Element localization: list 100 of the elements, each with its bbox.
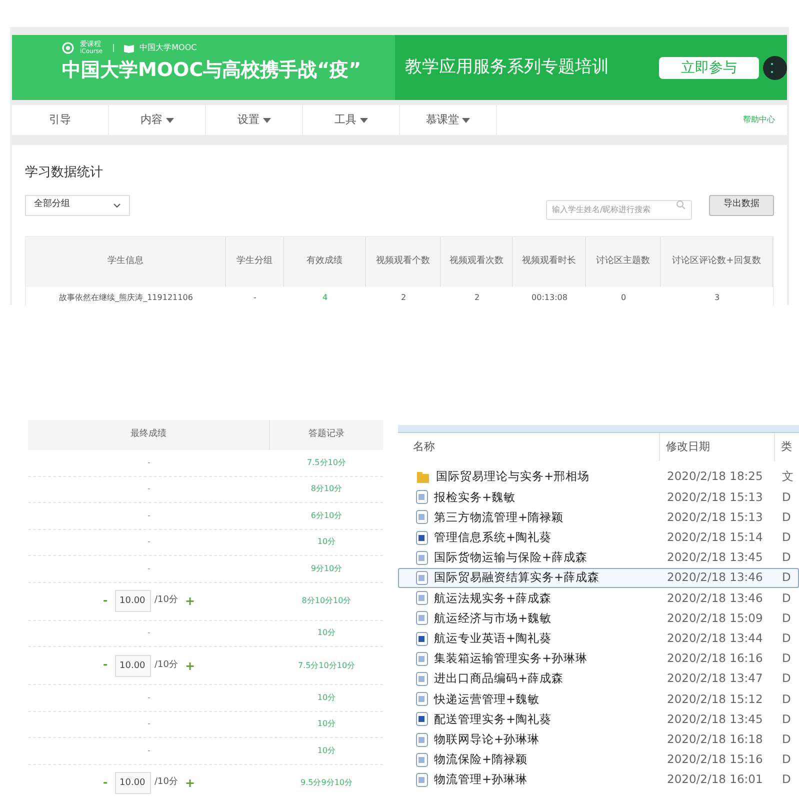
file-type: D (781, 630, 791, 647)
file-name: 国际货物运输与保险+薛成森 (434, 549, 588, 566)
file-row[interactable]: 配送管理实务+陶礼葵 2020/2/18 13:45 D (398, 709, 799, 730)
file-row[interactable]: 管理信息系统+陶礼葵 2020/2/18 15:14 D (398, 528, 799, 548)
nav-menu-item[interactable]: 内容 (109, 105, 206, 135)
file-type: D (781, 690, 791, 708)
table-cell: - (148, 692, 150, 704)
column-header: 视频观看次数 (450, 254, 504, 268)
document-icon (416, 672, 428, 686)
column-header[interactable]: 类 (781, 438, 792, 456)
file-name: 物流管理+孙琳琳 (434, 771, 528, 788)
file-type: D (781, 569, 791, 586)
file-date: 2020/2/18 13:46 (666, 569, 764, 586)
column-header: 答题记录 (308, 428, 344, 442)
table-cell: - (148, 744, 150, 757)
column-header[interactable]: 修改日期 (666, 438, 710, 456)
search-icon (676, 200, 686, 210)
column-header: 讨论区主题数 (596, 254, 650, 268)
column-header: 有效成绩 (306, 254, 342, 268)
chevron-down-icon (113, 202, 121, 208)
document-icon (416, 490, 428, 504)
table-cell: - (254, 292, 256, 304)
column-header[interactable]: 名称 (413, 438, 435, 456)
file-row[interactable]: 报检实务+魏敏 2020/2/18 15:13 D (398, 487, 799, 508)
column-header: 讨论区评论数+回复数 (672, 254, 761, 268)
file-date: 2020/2/18 16:16 (666, 650, 764, 668)
file-row[interactable]: 物流管理+孙琳琳 2020/2/18 16:01 D (398, 770, 799, 790)
file-type: D (781, 670, 791, 688)
file-date: 2020/2/18 15:09 (666, 610, 764, 627)
file-row[interactable]: 第三方物流管理+隋禄颖 2020/2/18 15:13 D (398, 507, 799, 528)
nav-menu-item[interactable]: 慕课堂 (400, 105, 497, 135)
document-icon (416, 692, 428, 706)
file-name: 国际贸易融资结算实务+薛成森 (434, 569, 600, 586)
table-cell: 0 (620, 292, 626, 304)
export-data-button[interactable]: 导出数据 (709, 194, 774, 216)
document-icon (416, 652, 428, 666)
file-date: 2020/2/18 13:45 (666, 710, 764, 728)
file-date: 2020/2/18 16:01 (666, 771, 764, 788)
file-type: D (781, 529, 791, 546)
table-cell: 故事依然在继续_熊庆涛_119121106 (59, 292, 193, 304)
file-type: D (781, 710, 791, 728)
floating-widget-icon[interactable] (763, 56, 787, 80)
file-row[interactable]: 进出口商品编码+薛成森 2020/2/18 13:47 D (398, 668, 799, 690)
table-cell: 3 (714, 292, 720, 304)
file-row[interactable]: 物联网导论+孙琳琳 2020/2/18 16:18 D (398, 729, 799, 750)
nav-menu-item[interactable]: 引导 (12, 105, 109, 135)
document-icon (416, 591, 428, 606)
score-input[interactable]: 10.00 (114, 590, 151, 612)
nav-menu-item[interactable]: 工具 (303, 105, 400, 135)
file-date: 2020/2/18 15:14 (666, 529, 764, 546)
file-row[interactable]: 集装箱运输管理实务+孙琳琳 2020/2/18 16:16 D (398, 648, 799, 669)
column-header: 视频观看时长 (522, 254, 576, 268)
file-row[interactable]: 国际货物运输与保险+薛成森 2020/2/18 13:45 D (398, 548, 799, 568)
file-name: 第三方物流管理+隋禄颖 (434, 508, 564, 526)
file-name: 国际贸易理论与实务+邢相场 (436, 468, 590, 486)
search-field[interactable]: 输入学生姓名/昵称进行搜索 (546, 200, 692, 220)
table-cell: - (148, 627, 150, 640)
max-score-text: /10分 (154, 658, 178, 672)
file-type: D (781, 730, 791, 748)
file-type: D (781, 549, 791, 566)
file-name: 快递运营管理+魏敏 (434, 690, 540, 708)
table-cell: 2 (400, 292, 406, 304)
file-type: D (781, 771, 791, 788)
file-row[interactable]: 物流保险+隋禄颖 2020/2/18 15:16 D (398, 750, 799, 770)
table-cell: 00:13:08 (532, 292, 568, 304)
max-score-text: /10分 (154, 594, 178, 608)
file-name: 管理信息系统+陶礼葵 (434, 529, 552, 546)
document-icon (416, 611, 428, 626)
document-icon (416, 510, 428, 524)
table-cell: - (148, 536, 150, 548)
file-row[interactable]: 快递运营管理+魏敏 2020/2/18 15:12 D (398, 689, 799, 710)
score-input[interactable]: 10.00 (114, 772, 151, 794)
document-icon (416, 632, 428, 646)
file-row[interactable]: 国际贸易理论与实务+邢相场 2020/2/18 18:25 文 (398, 467, 799, 488)
file-type: D (781, 751, 791, 768)
score-input[interactable]: 10.00 (114, 654, 151, 676)
banner-headline: 中国大学MOOC与高校携手战“疫” (62, 58, 362, 83)
file-name: 集装箱运输管理实务+孙琳琳 (434, 650, 588, 668)
logo-icon (62, 42, 74, 54)
file-type: D (781, 610, 791, 627)
group-select[interactable]: 全部分组 (25, 194, 130, 216)
file-type: D (781, 508, 791, 526)
file-type: 文 (781, 468, 794, 486)
file-row[interactable]: 航运法规实务+薛成森 2020/2/18 13:46 D (398, 588, 799, 608)
file-date: 2020/2/18 13:45 (666, 549, 764, 566)
table-cell: 4 (322, 292, 328, 304)
document-icon (416, 571, 428, 586)
file-row[interactable]: 航运经济与市场+魏敏 2020/2/18 15:09 D (398, 608, 799, 628)
file-row[interactable]: 航运专业英语+陶礼葵 2020/2/18 13:44 D (398, 628, 799, 649)
banner-subtitle: 教学应用服务系列专题培训 (405, 56, 609, 79)
file-name: 配送管理实务+陶礼葵 (434, 710, 552, 728)
file-row[interactable]: 国际贸易融资结算实务+薛成森 2020/2/18 13:46 D (398, 568, 799, 588)
column-header: 视频观看个数 (376, 254, 430, 268)
file-date: 2020/2/18 16:18 (666, 730, 764, 748)
file-name: 航运法规实务+薛成森 (434, 590, 552, 607)
column-header: 最终成绩 (130, 428, 166, 442)
max-score-text: /10分 (154, 776, 178, 790)
nav-menu-item[interactable]: 设置 (206, 105, 303, 135)
file-date: 2020/2/18 15:16 (666, 751, 764, 768)
document-icon (416, 752, 428, 767)
